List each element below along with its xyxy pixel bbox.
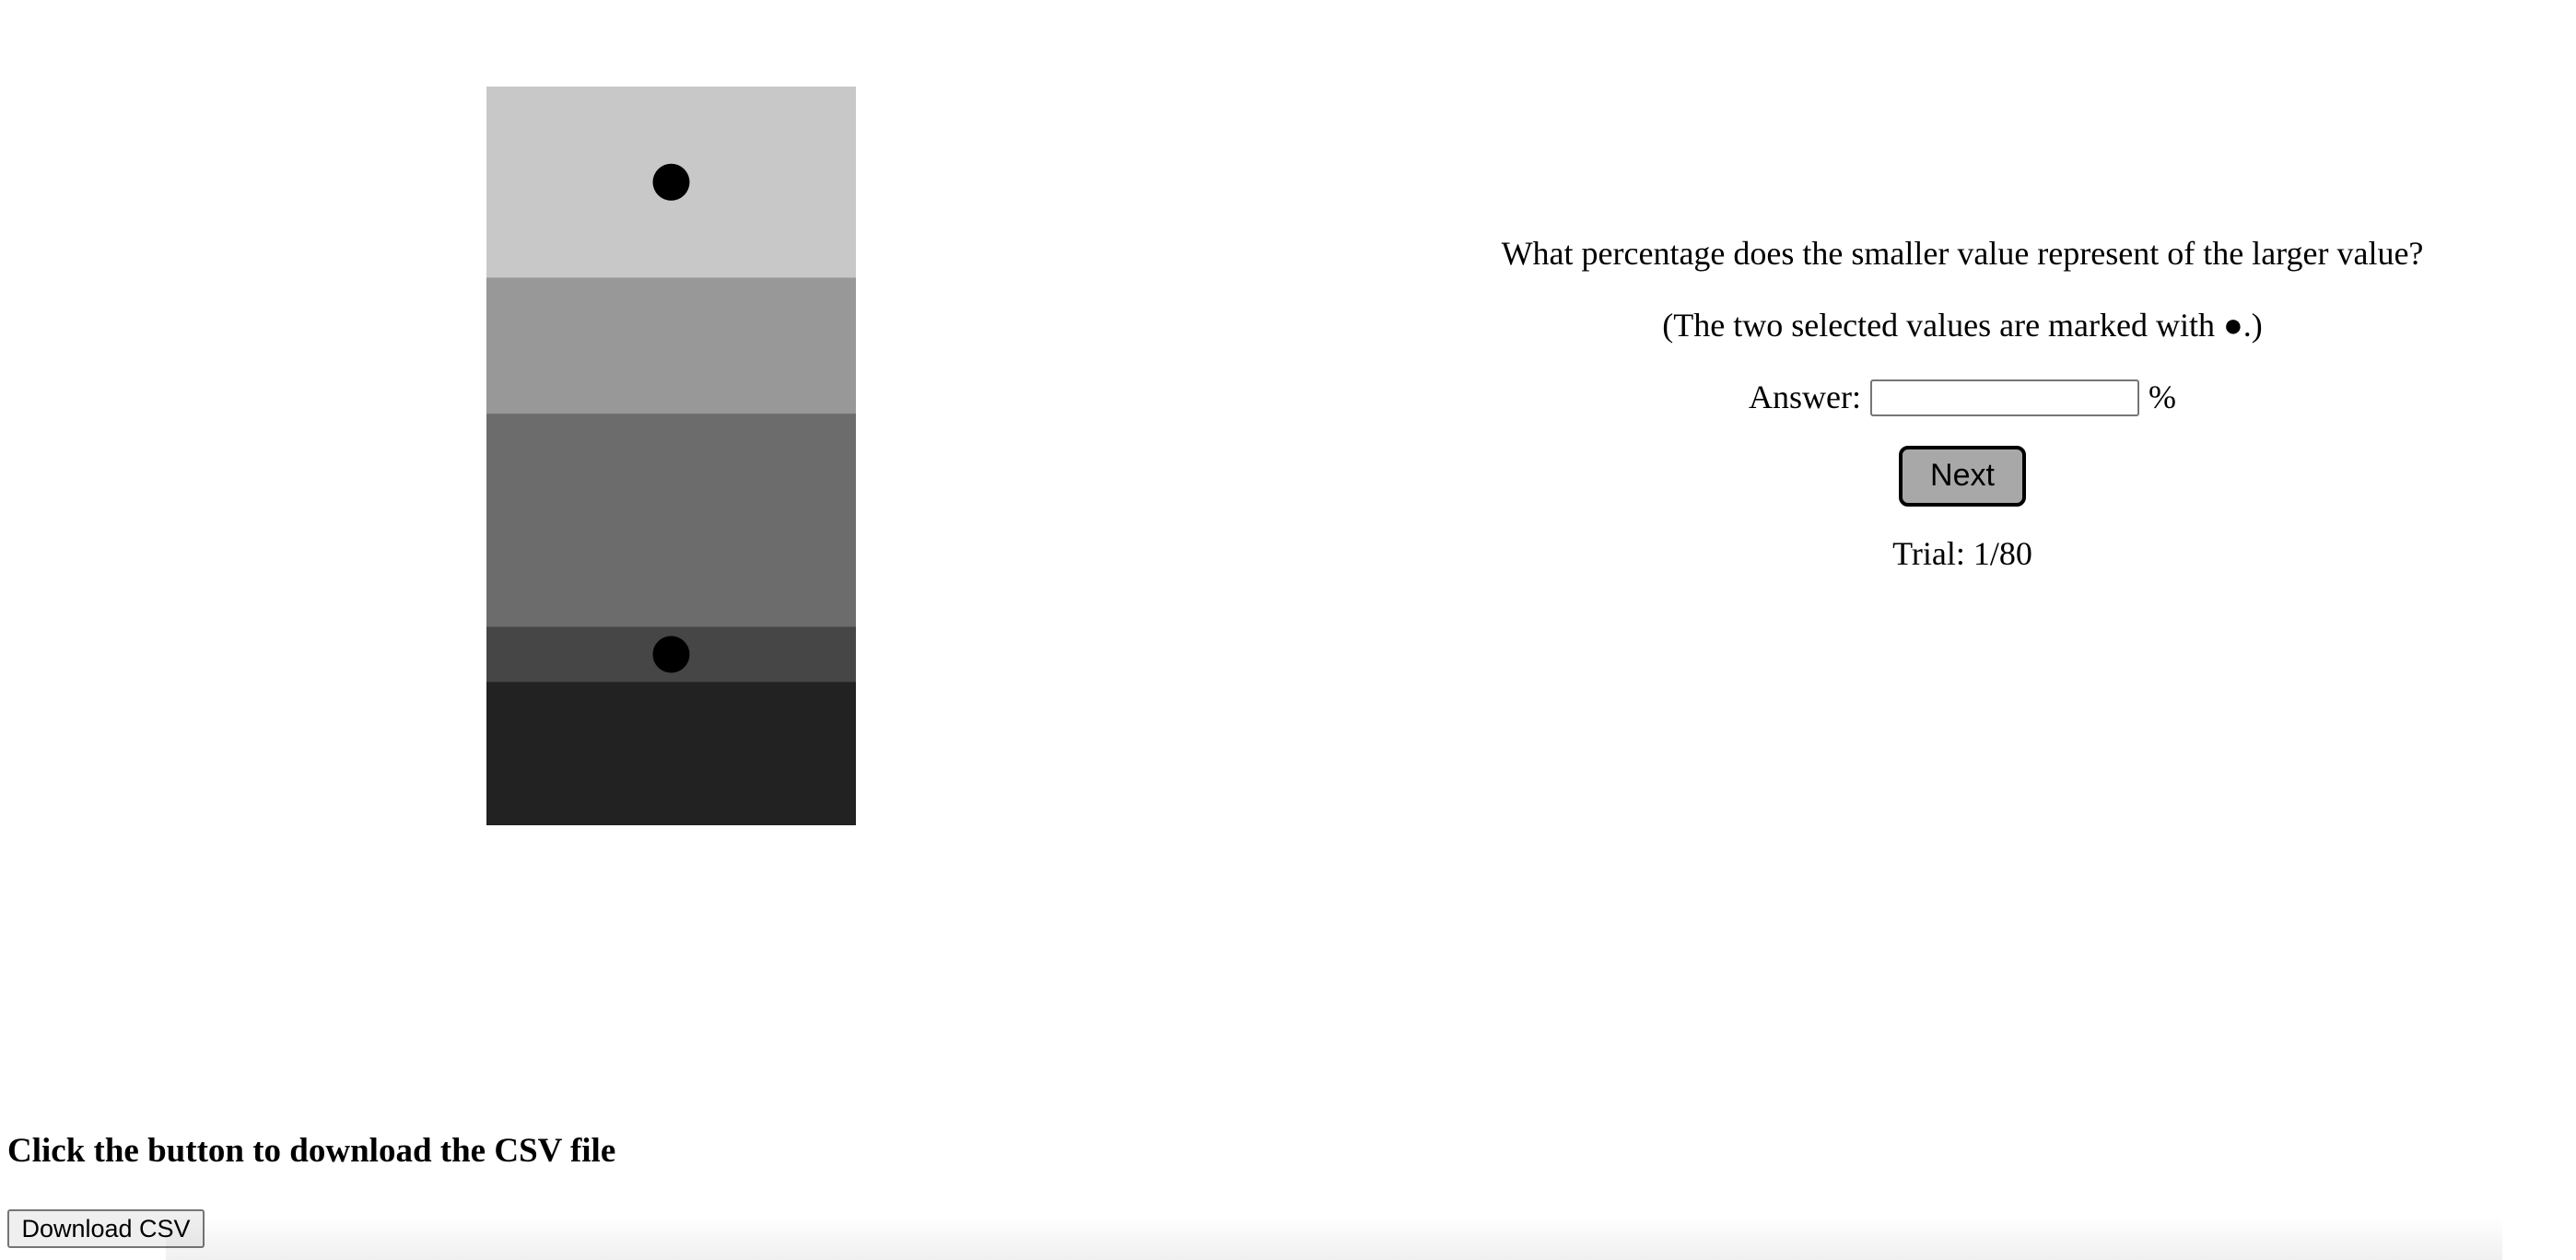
answer-input[interactable] — [1869, 379, 2139, 416]
hint-text: (The two selected values are marked with… — [1662, 307, 2263, 344]
bar-segment-2 — [486, 277, 856, 414]
answer-label: Answer: — [1749, 379, 1861, 416]
next-button[interactable]: Next — [1899, 445, 2026, 507]
bar-segment-3 — [486, 414, 856, 628]
percent-unit-label: % — [2148, 379, 2176, 416]
question-panel: What percentage does the smaller value r… — [1437, 230, 2488, 574]
stacked-bar-svg — [486, 87, 856, 825]
answer-row: Answer: % — [1437, 378, 2488, 417]
trial-counter: Trial: 1/80 — [1892, 534, 2032, 572]
stacked-bar-chart — [486, 87, 856, 825]
download-csv-button[interactable]: Download CSV — [7, 1209, 205, 1248]
bar-segment-5 — [486, 682, 856, 825]
page: What percentage does the smaller value r… — [0, 0, 2576, 1260]
bottom-edge-shadow — [166, 1216, 2502, 1260]
question-text: What percentage does the smaller value r… — [1501, 235, 2424, 272]
download-heading: Click the button to download the CSV fil… — [7, 1132, 616, 1170]
selected-value-marker-4 — [652, 636, 690, 673]
next-row: Next — [1437, 445, 2488, 507]
selected-value-marker-1 — [652, 163, 690, 201]
